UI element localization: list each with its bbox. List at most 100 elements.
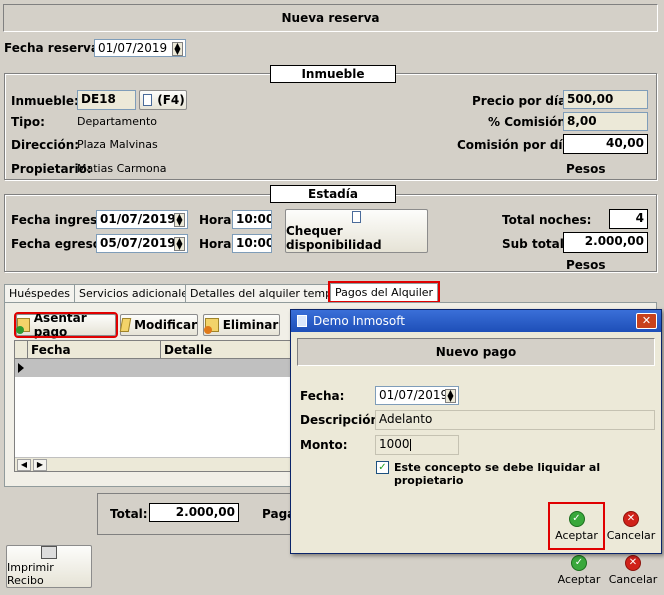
fecha-reserva-field[interactable]: 01/07/2019 ▲ ▼ bbox=[94, 39, 186, 57]
propietario-value: Matias Carmona bbox=[77, 162, 167, 175]
date-spinner-icon[interactable]: ▲ ▼ bbox=[174, 237, 185, 251]
add-payment-icon bbox=[16, 318, 30, 334]
cancel-icon: ✕ bbox=[625, 554, 641, 571]
column-divider bbox=[160, 341, 161, 359]
dialog-cancelar-label: Cancelar bbox=[606, 528, 656, 542]
column-header-fecha[interactable]: Fecha bbox=[31, 343, 71, 357]
date-spinner-icon[interactable]: ▲ ▼ bbox=[445, 389, 456, 403]
dialog-monto-field[interactable]: 1000 bbox=[375, 435, 459, 455]
comision-pct-field: 8,00 bbox=[563, 112, 648, 131]
eliminar-label: Eliminar bbox=[222, 318, 279, 332]
cancel-icon: ✕ bbox=[623, 510, 639, 527]
dialog-cancelar-button[interactable]: ✕ Cancelar bbox=[605, 506, 657, 546]
app-icon bbox=[297, 315, 307, 327]
fecha-reserva-value: 01/07/2019 bbox=[98, 41, 168, 55]
main-aceptar-button[interactable]: ✓ Aceptar bbox=[552, 552, 606, 588]
asentar-pago-label: Asentar pago bbox=[33, 311, 87, 339]
comision-pct-value: 8,00 bbox=[567, 114, 597, 128]
precio-dia-field: 500,00 bbox=[563, 90, 648, 109]
total-label: Total: bbox=[110, 507, 148, 521]
total-noches-value: 4 bbox=[635, 211, 644, 225]
tipo-label: Tipo: bbox=[11, 115, 45, 129]
imprimir-recibo-button[interactable]: Imprimir Recibo bbox=[6, 545, 92, 588]
tab-servicios-adicionales[interactable]: Servicios adicionales bbox=[74, 284, 199, 302]
comision-pct-label: % Comisión: bbox=[488, 115, 571, 129]
dialog-fecha-value: 01/07/2019 bbox=[379, 388, 449, 402]
inmueble-label: Inmueble: bbox=[11, 94, 79, 108]
inmueble-field[interactable]: DE18 bbox=[77, 90, 136, 110]
hora-ingreso-label: Hora: bbox=[199, 213, 237, 227]
dialog-titlebar[interactable]: Demo Inmosoft ✕ bbox=[291, 310, 661, 332]
inmueble-section-title: Inmueble bbox=[270, 65, 396, 83]
grid-header: Fecha Detalle bbox=[15, 341, 293, 359]
buscar-inmueble-button[interactable]: (F4) bbox=[139, 90, 187, 110]
dialog-window-title: Demo Inmosoft bbox=[313, 314, 405, 328]
asentar-pago-button[interactable]: Asentar pago bbox=[14, 311, 118, 339]
fecha-egreso-value: 05/07/2019 bbox=[100, 236, 176, 250]
hora-egreso-field[interactable]: 10:00 bbox=[232, 234, 272, 253]
total-field: 2.000,00 bbox=[149, 503, 239, 522]
hora-egreso-label: Hora: bbox=[199, 237, 237, 251]
close-icon[interactable]: ✕ bbox=[636, 313, 657, 329]
dialog-aceptar-button[interactable]: ✓ Aceptar bbox=[548, 502, 605, 550]
dialog-descripcion-field[interactable]: Adelanto bbox=[375, 410, 655, 430]
dialog-descripcion-label: Descripción: bbox=[300, 413, 384, 427]
edit-icon bbox=[119, 318, 132, 332]
subtotal-label: Sub total: bbox=[502, 237, 569, 251]
total-noches-label: Total noches: bbox=[502, 213, 592, 227]
estadia-section-title: Estadía bbox=[270, 185, 396, 203]
grid-corner bbox=[15, 341, 28, 359]
tab-strip: Huéspedes Servicios adicionales Detalles… bbox=[4, 281, 654, 303]
text-cursor bbox=[409, 438, 411, 451]
hora-ingreso-value: 10:00 bbox=[236, 212, 272, 226]
modificar-button[interactable]: Modificar bbox=[119, 314, 198, 336]
hora-egreso-value: 10:00 bbox=[236, 236, 272, 250]
f4-label: (F4) bbox=[157, 93, 185, 107]
total-value: 2.000,00 bbox=[175, 505, 235, 519]
subtotal-field: 2.000,00 bbox=[563, 232, 648, 253]
dialog-monto-label: Monto: bbox=[300, 438, 348, 452]
liquidar-checkbox[interactable]: ✓ bbox=[376, 461, 389, 474]
tab-huespedes[interactable]: Huéspedes bbox=[4, 284, 75, 302]
precio-dia-value: 500,00 bbox=[567, 92, 614, 106]
fecha-ingreso-field[interactable]: 01/07/2019 ▲ ▼ bbox=[96, 210, 188, 229]
dialog-monto-value: 1000 bbox=[379, 437, 410, 451]
date-spinner-icon[interactable]: ▲ ▼ bbox=[172, 42, 183, 56]
tipo-value: Departamento bbox=[77, 115, 158, 128]
modificar-label: Modificar bbox=[134, 318, 197, 332]
main-aceptar-label: Aceptar bbox=[557, 572, 601, 586]
form-title: Nueva reserva bbox=[281, 11, 380, 25]
eliminar-button[interactable]: Eliminar bbox=[203, 314, 280, 336]
comision-dia-label: Comisión por día: bbox=[457, 138, 576, 152]
calendar-check-icon bbox=[350, 210, 364, 223]
check-icon: ✓ bbox=[568, 510, 585, 527]
table-row[interactable] bbox=[15, 359, 293, 377]
pagos-grid[interactable]: Fecha Detalle ◀ ▶ bbox=[14, 340, 294, 472]
fecha-egreso-field[interactable]: 05/07/2019 ▲ ▼ bbox=[96, 234, 188, 253]
dialog-header-title: Nuevo pago bbox=[435, 345, 517, 359]
scroll-left-icon[interactable]: ◀ bbox=[17, 459, 31, 471]
nuevo-pago-dialog: Demo Inmosoft ✕ Nuevo pago Fecha: 01/07/… bbox=[290, 309, 662, 554]
delete-icon bbox=[203, 318, 219, 334]
subtotal-value: 2.000,00 bbox=[584, 234, 644, 248]
dialog-fecha-field[interactable]: 01/07/2019 ▲ ▼ bbox=[375, 386, 459, 405]
main-cancelar-label: Cancelar bbox=[608, 572, 658, 586]
imprimir-recibo-label: Imprimir Recibo bbox=[7, 561, 54, 587]
chequear-disponibilidad-button[interactable]: Chequer disponibilidad bbox=[285, 209, 428, 253]
direccion-value: Plaza Malvinas bbox=[77, 138, 158, 151]
precio-dia-label: Precio por día: bbox=[472, 94, 572, 108]
fecha-reserva-label: Fecha reserva: bbox=[4, 41, 104, 55]
main-cancelar-button[interactable]: ✕ Cancelar bbox=[607, 552, 659, 588]
grid-scrollbar[interactable]: ◀ ▶ bbox=[15, 457, 293, 471]
form-title-bar: Nueva reserva bbox=[3, 4, 658, 32]
chequear-label: Chequer disponibilidad bbox=[286, 224, 382, 252]
date-spinner-icon[interactable]: ▲ ▼ bbox=[174, 213, 185, 227]
comision-dia-field[interactable]: 40,00 bbox=[563, 134, 648, 154]
hora-ingreso-field[interactable]: 10:00 bbox=[232, 210, 272, 229]
check-icon: ✓ bbox=[571, 554, 587, 571]
scroll-right-icon[interactable]: ▶ bbox=[33, 459, 47, 471]
liquidar-checkbox-label[interactable]: Este concepto se debe liquidar al propie… bbox=[394, 461, 661, 487]
tab-pagos-alquiler[interactable]: Pagos del Alquiler bbox=[327, 281, 441, 303]
column-header-detalle[interactable]: Detalle bbox=[164, 343, 212, 357]
fecha-egreso-label: Fecha egreso: bbox=[11, 237, 106, 251]
